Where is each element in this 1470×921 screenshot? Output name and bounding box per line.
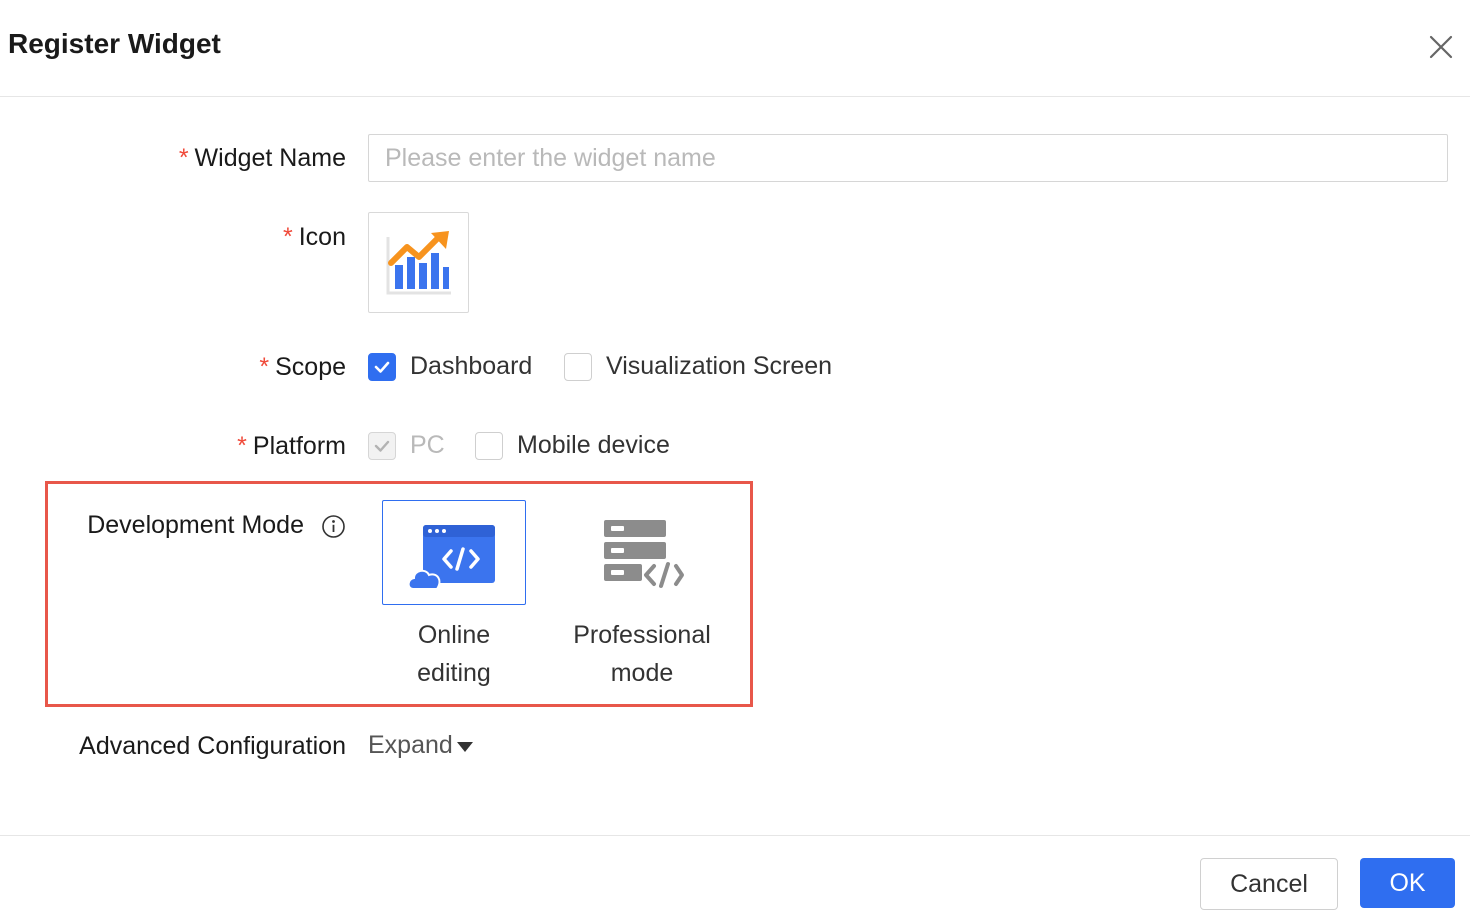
advanced-configuration-label: Advanced Configuration: [79, 732, 346, 760]
online-editing-label: Online editing: [417, 621, 491, 687]
visualization-screen-label: Visualization Screen: [606, 352, 833, 380]
dialog-header: Register Widget: [0, 0, 1470, 97]
scope-visualization-screen-option[interactable]: Visualization Screen: [564, 352, 832, 381]
widget-name-input[interactable]: [368, 134, 1448, 182]
close-icon[interactable]: [1422, 28, 1460, 66]
info-icon[interactable]: [321, 514, 346, 539]
caret-down-icon: [456, 741, 473, 752]
expand-label: Expand: [368, 731, 453, 759]
icon-picker[interactable]: [368, 212, 469, 313]
scope-dashboard-option[interactable]: Dashboard: [368, 352, 532, 381]
required-mark: *: [178, 144, 189, 172]
chart-trend-icon: [386, 231, 451, 295]
dialog-title: Register Widget: [8, 28, 221, 59]
mobile-device-label: Mobile device: [517, 431, 670, 459]
visualization-screen-checkbox[interactable]: [564, 352, 592, 381]
pc-label: PC: [410, 431, 445, 459]
platform-label: * Platform: [237, 432, 346, 460]
mobile-device-checkbox[interactable]: [475, 431, 503, 460]
server-code-icon: [604, 520, 684, 588]
required-mark: *: [259, 353, 270, 381]
development-mode-label: Development Mode: [87, 511, 304, 539]
online-editing-card[interactable]: [382, 500, 526, 605]
required-mark: *: [283, 223, 293, 251]
professional-mode-card[interactable]: [570, 500, 714, 605]
pc-checkbox: [368, 431, 396, 460]
icon-label: * Icon: [283, 223, 346, 251]
dashboard-checkbox[interactable]: [368, 352, 396, 381]
cloud-code-icon: [409, 525, 495, 590]
expand-toggle[interactable]: Expand: [368, 731, 473, 760]
required-mark: *: [237, 432, 247, 460]
professional-mode-label: Professional mode: [573, 621, 711, 687]
platform-mobile-device-option[interactable]: Mobile device: [475, 431, 670, 460]
widget-name-label: * Widget Name: [178, 144, 346, 172]
dashboard-label: Dashboard: [410, 352, 533, 380]
cancel-button[interactable]: Cancel: [1200, 858, 1338, 910]
platform-pc-option: PC: [368, 431, 445, 460]
scope-label: * Scope: [259, 353, 346, 381]
ok-button[interactable]: OK: [1360, 858, 1455, 908]
